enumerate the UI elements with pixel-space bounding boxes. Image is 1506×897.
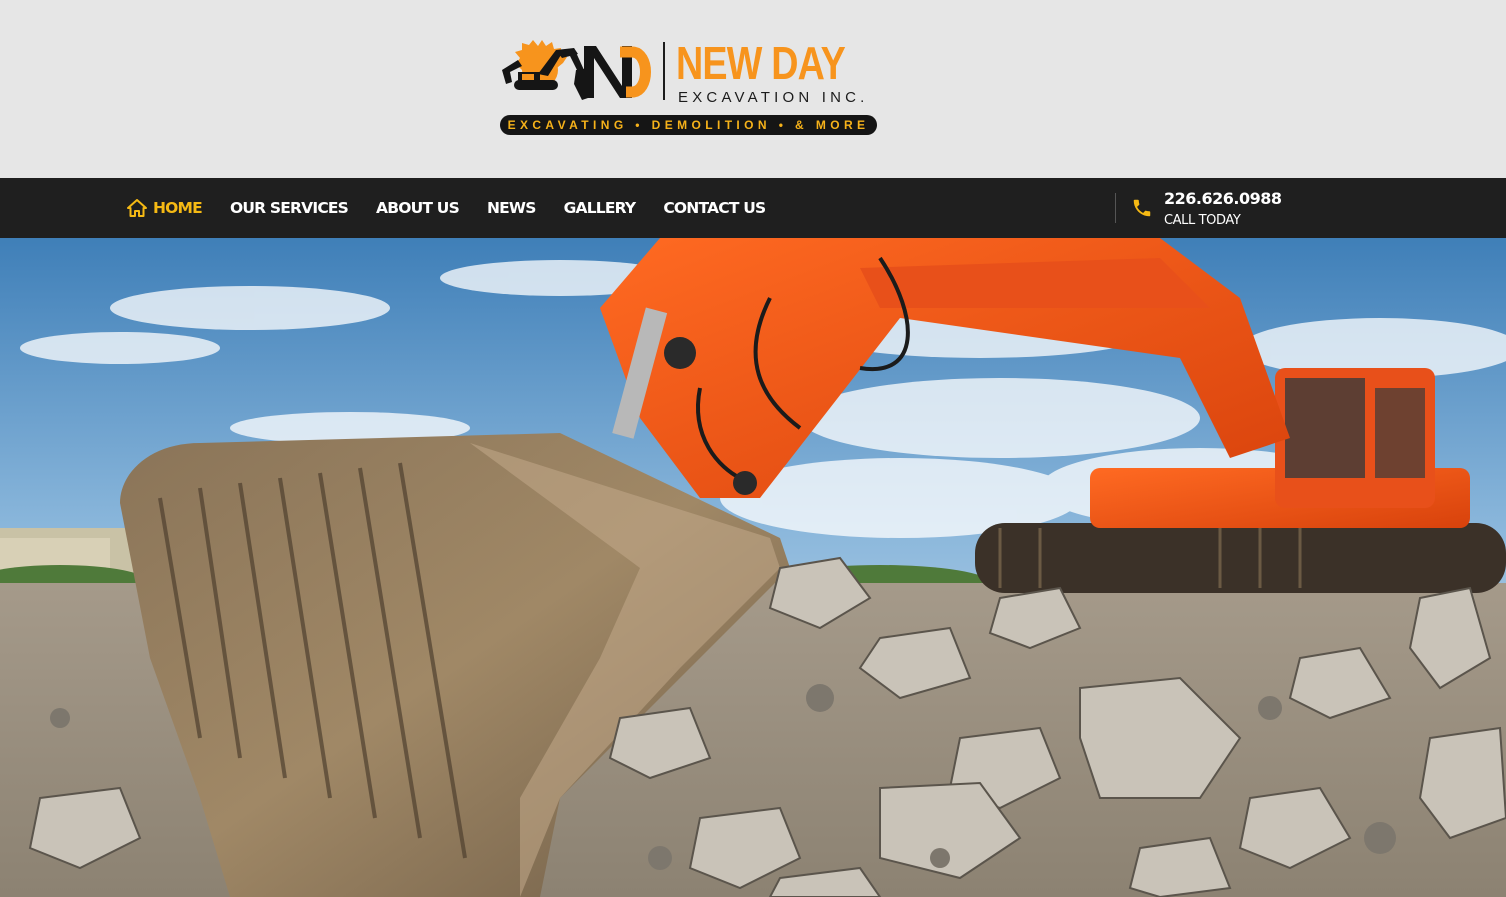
- nav-home-label: HOME: [153, 199, 203, 217]
- nav-our-services[interactable]: OUR SERVICES: [230, 199, 349, 217]
- home-icon: [127, 199, 147, 217]
- nav-news[interactable]: NEWS: [487, 199, 536, 217]
- nav-divider: [1115, 193, 1116, 223]
- hero-banner: [0, 238, 1506, 897]
- nav-home[interactable]: HOME: [127, 199, 203, 217]
- main-nav: HOME OUR SERVICES ABOUT US NEWS GALLERY …: [127, 178, 793, 238]
- nav-gallery[interactable]: GALLERY: [564, 199, 637, 217]
- excavator-logo-icon: [502, 40, 651, 100]
- site-logo[interactable]: NEW DAY EXCAVATION INC. EXCAVATING • DEM…: [498, 38, 880, 138]
- main-navbar: HOME OUR SERVICES ABOUT US NEWS GALLERY …: [0, 178, 1506, 238]
- nav-about-us[interactable]: ABOUT US: [376, 199, 460, 217]
- phone-icon[interactable]: [1131, 197, 1153, 219]
- phone-number-link[interactable]: 226.626.0988: [1164, 189, 1282, 208]
- logo-divider: [663, 42, 665, 100]
- call-today-label: CALL TODAY: [1164, 213, 1241, 228]
- site-header: NEW DAY EXCAVATION INC. EXCAVATING • DEM…: [0, 0, 1506, 178]
- logo-tagline: EXCAVATING • DEMOLITION • & MORE: [500, 115, 877, 135]
- logo-subtitle: EXCAVATION INC.: [678, 89, 869, 106]
- hero-excavator-image: [0, 238, 1506, 897]
- nav-contact-us[interactable]: CONTACT US: [663, 199, 766, 217]
- logo-company-name: NEW DAY: [676, 37, 846, 89]
